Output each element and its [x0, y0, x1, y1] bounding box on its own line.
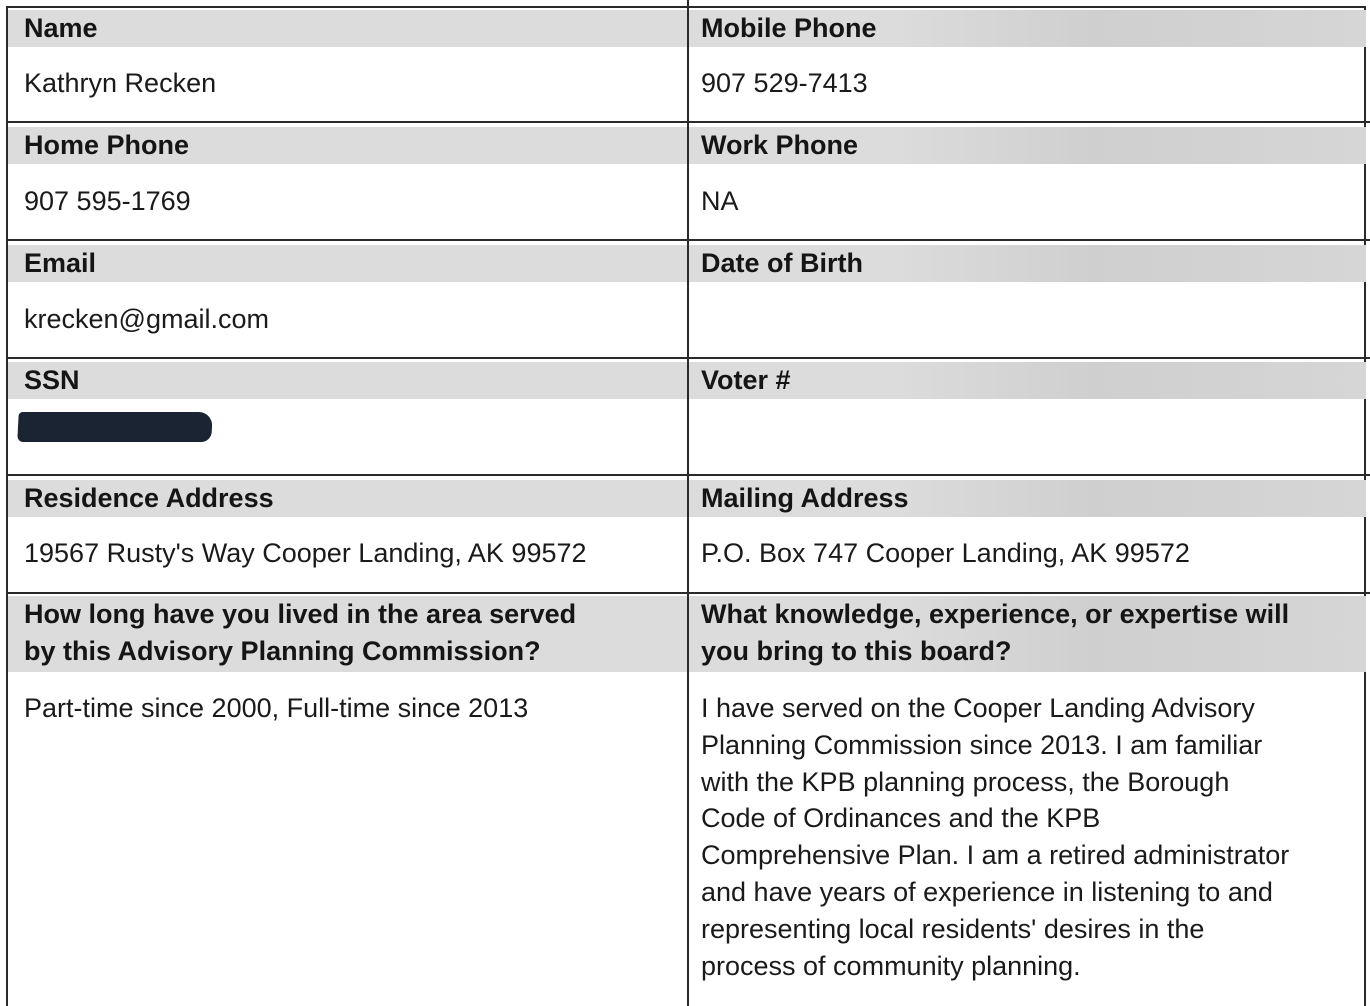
- home-phone-value: 907 595-1769: [24, 186, 191, 216]
- voter-number-label: Voter #: [689, 362, 1366, 399]
- mailing-address-value: P.O. Box 747 Cooper Landing, AK 99572: [701, 538, 1190, 568]
- work-phone-value: NA: [701, 186, 739, 216]
- email-cell: Email krecken@gmail.com: [8, 241, 687, 357]
- home-phone-cell: Home Phone 907 595-1769: [8, 123, 687, 239]
- expertise-question-value: I have served on the Cooper Landing Advi…: [689, 690, 1366, 984]
- expertise-question-label: What knowledge, experience, or expertise…: [689, 596, 1366, 672]
- expertise-line: representing local residents' desires in…: [701, 913, 1205, 944]
- mobile-phone-cell: Mobile Phone 907 529-7413: [689, 8, 1366, 121]
- voter-number-cell: Voter #: [689, 359, 1366, 474]
- date-of-birth-label: Date of Birth: [689, 245, 1366, 282]
- mobile-phone-label: Mobile Phone: [689, 10, 1366, 47]
- name-label: Name: [8, 10, 687, 47]
- ssn-redaction-mark: [17, 412, 213, 442]
- residence-address-value: 19567 Rusty's Way Cooper Landing, AK 995…: [24, 538, 587, 568]
- mailing-address-cell: Mailing Address P.O. Box 747 Cooper Land…: [689, 476, 1366, 592]
- expertise-line: and have years of experience in listenin…: [701, 876, 1273, 907]
- residence-address-label: Residence Address: [8, 480, 687, 517]
- residency-question-cell: How long have you lived in the area serv…: [8, 594, 687, 1006]
- residency-question-value: Part-time since 2000, Full-time since 20…: [24, 693, 529, 723]
- work-phone-label: Work Phone: [689, 127, 1366, 164]
- residency-question-label-line2: by this Advisory Planning Commission?: [24, 636, 541, 666]
- expertise-line: with the KPB planning process, the Borou…: [701, 766, 1230, 797]
- email-label: Email: [8, 245, 687, 282]
- expertise-line: Comprehensive Plan. I am a retired admin…: [701, 840, 1290, 871]
- name-cell: Name Kathryn Recken: [8, 8, 687, 121]
- expertise-line: Code of Ordinances and the KPB: [701, 803, 1101, 834]
- date-of-birth-cell: Date of Birth: [689, 241, 1366, 357]
- expertise-line: Planning Commission since 2013. I am fam…: [701, 729, 1263, 760]
- mailing-address-label: Mailing Address: [689, 480, 1366, 517]
- expertise-line: process of community planning.: [701, 950, 1081, 981]
- expertise-question-label-line2: you bring to this board?: [701, 636, 1012, 666]
- mobile-phone-value: 907 529-7413: [701, 68, 868, 98]
- expertise-question-label-line1: What knowledge, experience, or expertise…: [701, 599, 1290, 629]
- home-phone-label: Home Phone: [8, 127, 687, 164]
- ssn-label: SSN: [8, 362, 687, 399]
- expertise-question-cell: What knowledge, experience, or expertise…: [689, 594, 1366, 1006]
- residency-question-label-line1: How long have you lived in the area serv…: [24, 599, 577, 629]
- work-phone-cell: Work Phone NA: [689, 123, 1366, 239]
- residence-address-cell: Residence Address 19567 Rusty's Way Coop…: [8, 476, 687, 592]
- expertise-line: I have served on the Cooper Landing Advi…: [701, 693, 1255, 723]
- name-value: Kathryn Recken: [24, 68, 217, 98]
- residency-question-label: How long have you lived in the area serv…: [8, 596, 687, 672]
- email-value: krecken@gmail.com: [24, 304, 269, 334]
